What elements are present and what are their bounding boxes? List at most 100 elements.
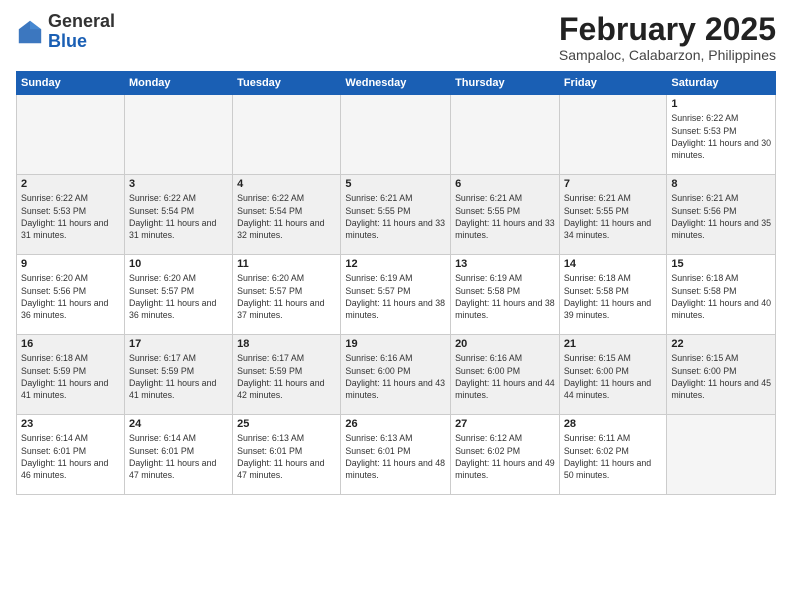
calendar-table: Sunday Monday Tuesday Wednesday Thursday… xyxy=(16,71,776,495)
calendar-title: February 2025 xyxy=(559,12,776,47)
table-row: 24 Sunrise: 6:14 AM Sunset: 6:01 PM Dayli… xyxy=(124,415,232,495)
day-info: Sunrise: 6:20 AM Sunset: 5:57 PM Dayligh… xyxy=(237,272,336,321)
day-number: 22 xyxy=(671,338,771,350)
calendar-week-row: 16 Sunrise: 6:18 AM Sunset: 5:59 PM Dayli… xyxy=(17,335,776,415)
col-saturday: Saturday xyxy=(667,72,776,95)
logo-general: General xyxy=(48,12,115,32)
table-row: 22 Sunrise: 6:15 AM Sunset: 6:00 PM Dayli… xyxy=(667,335,776,415)
day-info: Sunrise: 6:21 AM Sunset: 5:55 PM Dayligh… xyxy=(455,192,555,241)
table-row: 15 Sunrise: 6:18 AM Sunset: 5:58 PM Dayli… xyxy=(667,255,776,335)
day-info: Sunrise: 6:21 AM Sunset: 5:55 PM Dayligh… xyxy=(345,192,446,241)
logo: General Blue xyxy=(16,12,115,52)
day-info: Sunrise: 6:18 AM Sunset: 5:58 PM Dayligh… xyxy=(564,272,663,321)
day-number: 21 xyxy=(564,338,663,350)
col-sunday: Sunday xyxy=(17,72,125,95)
table-row: 12 Sunrise: 6:19 AM Sunset: 5:57 PM Dayli… xyxy=(341,255,451,335)
table-row: 2Sunrise: 6:22 AM Sunset: 5:53 PM Daylig… xyxy=(17,175,125,255)
day-info: Sunrise: 6:14 AM Sunset: 6:01 PM Dayligh… xyxy=(21,432,120,481)
col-thursday: Thursday xyxy=(451,72,560,95)
day-info: Sunrise: 6:22 AM Sunset: 5:54 PM Dayligh… xyxy=(237,192,336,241)
logo-text: General Blue xyxy=(48,12,115,52)
day-info: Sunrise: 6:11 AM Sunset: 6:02 PM Dayligh… xyxy=(564,432,663,481)
table-row xyxy=(124,95,232,175)
day-info: Sunrise: 6:13 AM Sunset: 6:01 PM Dayligh… xyxy=(345,432,446,481)
calendar-week-row: 1 Sunrise: 6:22 AM Sunset: 5:53 PM Daylig… xyxy=(17,95,776,175)
col-wednesday: Wednesday xyxy=(341,72,451,95)
day-number: 1 xyxy=(671,98,771,110)
day-info: Sunrise: 6:15 AM Sunset: 6:00 PM Dayligh… xyxy=(564,352,663,401)
day-number: 8 xyxy=(671,178,771,190)
day-info: Sunrise: 6:19 AM Sunset: 5:58 PM Dayligh… xyxy=(455,272,555,321)
table-row: 14 Sunrise: 6:18 AM Sunset: 5:58 PM Dayli… xyxy=(559,255,667,335)
day-info: Sunrise: 6:18 AM Sunset: 5:59 PM Dayligh… xyxy=(21,352,120,401)
day-info: Sunrise: 6:21 AM Sunset: 5:56 PM Dayligh… xyxy=(671,192,771,241)
day-number: 11 xyxy=(237,258,336,270)
day-info: Sunrise: 6:16 AM Sunset: 6:00 PM Dayligh… xyxy=(455,352,555,401)
day-info: Sunrise: 6:20 AM Sunset: 5:57 PM Dayligh… xyxy=(129,272,228,321)
calendar-week-row: 9Sunrise: 6:20 AM Sunset: 5:56 PM Daylig… xyxy=(17,255,776,335)
day-number: 18 xyxy=(237,338,336,350)
table-row xyxy=(451,95,560,175)
header: General Blue February 2025 Sampaloc, Cal… xyxy=(16,12,776,63)
day-number: 20 xyxy=(455,338,555,350)
logo-blue: Blue xyxy=(48,32,115,52)
table-row: 9Sunrise: 6:20 AM Sunset: 5:56 PM Daylig… xyxy=(17,255,125,335)
day-info: Sunrise: 6:22 AM Sunset: 5:54 PM Dayligh… xyxy=(129,192,228,241)
calendar-week-row: 2Sunrise: 6:22 AM Sunset: 5:53 PM Daylig… xyxy=(17,175,776,255)
day-info: Sunrise: 6:17 AM Sunset: 5:59 PM Dayligh… xyxy=(237,352,336,401)
table-row: 23 Sunrise: 6:14 AM Sunset: 6:01 PM Dayli… xyxy=(17,415,125,495)
day-info: Sunrise: 6:16 AM Sunset: 6:00 PM Dayligh… xyxy=(345,352,446,401)
day-number: 28 xyxy=(564,418,663,430)
day-info: Sunrise: 6:19 AM Sunset: 5:57 PM Dayligh… xyxy=(345,272,446,321)
day-info: Sunrise: 6:13 AM Sunset: 6:01 PM Dayligh… xyxy=(237,432,336,481)
day-number: 2 xyxy=(21,178,120,190)
col-monday: Monday xyxy=(124,72,232,95)
day-number: 12 xyxy=(345,258,446,270)
day-number: 24 xyxy=(129,418,228,430)
day-number: 15 xyxy=(671,258,771,270)
table-row: 8 Sunrise: 6:21 AM Sunset: 5:56 PM Daylig… xyxy=(667,175,776,255)
day-number: 3 xyxy=(129,178,228,190)
table-row: 19Sunrise: 6:16 AM Sunset: 6:00 PM Dayli… xyxy=(341,335,451,415)
table-row: 13Sunrise: 6:19 AM Sunset: 5:58 PM Dayli… xyxy=(451,255,560,335)
table-row: 1 Sunrise: 6:22 AM Sunset: 5:53 PM Daylig… xyxy=(667,95,776,175)
table-row: 5 Sunrise: 6:21 AM Sunset: 5:55 PM Daylig… xyxy=(341,175,451,255)
day-number: 7 xyxy=(564,178,663,190)
day-number: 16 xyxy=(21,338,120,350)
table-row: 25Sunrise: 6:13 AM Sunset: 6:01 PM Dayli… xyxy=(233,415,341,495)
table-row: 18 Sunrise: 6:17 AM Sunset: 5:59 PM Dayli… xyxy=(233,335,341,415)
page: General Blue February 2025 Sampaloc, Cal… xyxy=(0,0,792,612)
table-row: 3 Sunrise: 6:22 AM Sunset: 5:54 PM Daylig… xyxy=(124,175,232,255)
col-friday: Friday xyxy=(559,72,667,95)
day-number: 14 xyxy=(564,258,663,270)
table-row: 17Sunrise: 6:17 AM Sunset: 5:59 PM Dayli… xyxy=(124,335,232,415)
day-number: 9 xyxy=(21,258,120,270)
day-info: Sunrise: 6:17 AM Sunset: 5:59 PM Dayligh… xyxy=(129,352,228,401)
table-row: 10 Sunrise: 6:20 AM Sunset: 5:57 PM Dayli… xyxy=(124,255,232,335)
day-number: 5 xyxy=(345,178,446,190)
day-number: 4 xyxy=(237,178,336,190)
day-info: Sunrise: 6:15 AM Sunset: 6:00 PM Dayligh… xyxy=(671,352,771,401)
day-info: Sunrise: 6:12 AM Sunset: 6:02 PM Dayligh… xyxy=(455,432,555,481)
title-area: February 2025 Sampaloc, Calabarzon, Phil… xyxy=(559,12,776,63)
day-info: Sunrise: 6:22 AM Sunset: 5:53 PM Dayligh… xyxy=(671,112,771,161)
day-number: 6 xyxy=(455,178,555,190)
day-info: Sunrise: 6:14 AM Sunset: 6:01 PM Dayligh… xyxy=(129,432,228,481)
table-row xyxy=(667,415,776,495)
day-number: 10 xyxy=(129,258,228,270)
table-row: 21 Sunrise: 6:15 AM Sunset: 6:00 PM Dayli… xyxy=(559,335,667,415)
table-row: 11 Sunrise: 6:20 AM Sunset: 5:57 PM Dayli… xyxy=(233,255,341,335)
day-number: 26 xyxy=(345,418,446,430)
table-row: 26 Sunrise: 6:13 AM Sunset: 6:01 PM Dayli… xyxy=(341,415,451,495)
day-number: 27 xyxy=(455,418,555,430)
day-number: 23 xyxy=(21,418,120,430)
table-row xyxy=(341,95,451,175)
day-info: Sunrise: 6:21 AM Sunset: 5:55 PM Dayligh… xyxy=(564,192,663,241)
calendar-week-row: 23 Sunrise: 6:14 AM Sunset: 6:01 PM Dayli… xyxy=(17,415,776,495)
col-tuesday: Tuesday xyxy=(233,72,341,95)
table-row: 27 Sunrise: 6:12 AM Sunset: 6:02 PM Dayli… xyxy=(451,415,560,495)
table-row: 28 Sunrise: 6:11 AM Sunset: 6:02 PM Dayli… xyxy=(559,415,667,495)
day-info: Sunrise: 6:18 AM Sunset: 5:58 PM Dayligh… xyxy=(671,272,771,321)
logo-icon xyxy=(16,18,44,46)
table-row: 16 Sunrise: 6:18 AM Sunset: 5:59 PM Dayli… xyxy=(17,335,125,415)
